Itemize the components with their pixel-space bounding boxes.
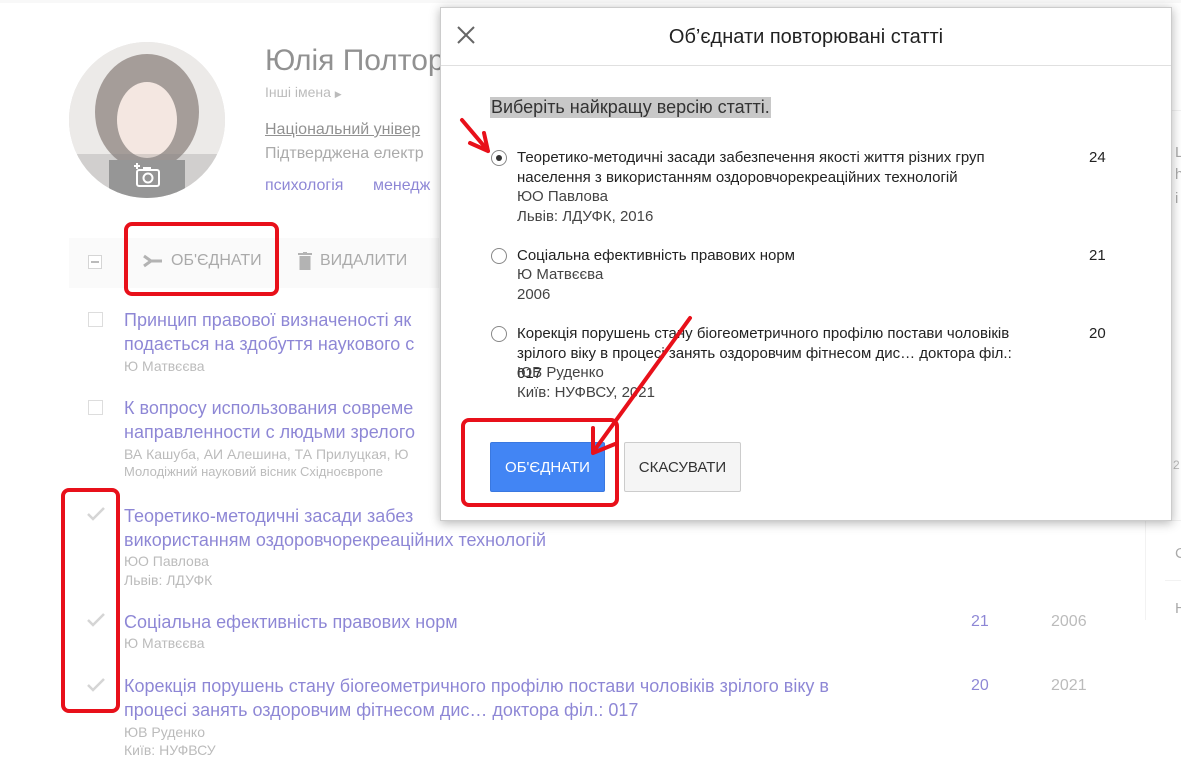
annotation-arrows	[460, 118, 692, 455]
annotation-arrow-icon	[591, 316, 692, 455]
annotation-arrow-icon	[460, 118, 490, 153]
